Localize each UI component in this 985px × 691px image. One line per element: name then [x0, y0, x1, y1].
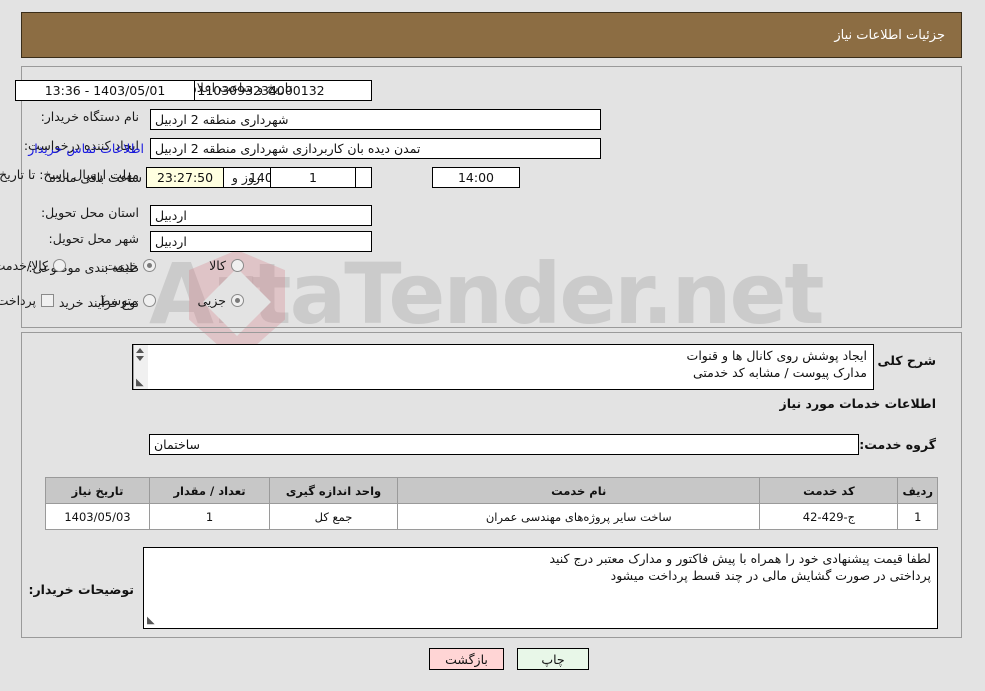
province-label-row: استان محل تحویل: [42, 205, 140, 220]
buyer-notes-line-0: لطفا قیمت پیشنهادی خود را همراه با پیش ف… [550, 551, 932, 566]
cell-service-name: ساخت سایر پروژه‌های مهندسی عمران [397, 503, 762, 530]
category-option-2[interactable]: کالا/خدمت [0, 258, 67, 273]
services-table: ردیف کد خدمت نام خدمت واحد اندازه گیری ت… [46, 477, 939, 530]
resize-grip-icon[interactable]: ◣ [137, 378, 145, 388]
buyer-org-value: شهرداری منطقه 2 اردبیل [156, 112, 290, 127]
buyer-notes-resize-grip-icon[interactable]: ◣ [148, 616, 156, 626]
buyer-org-label-row: نام دستگاه خریدار: [42, 109, 140, 124]
cell-need-date: 1403/05/03 [46, 503, 151, 530]
remaining-suffix-label: ساعت باقی مانده [50, 170, 143, 185]
table-row: 1 ج-429-42 ساخت سایر پروژه‌های مهندسی عم… [46, 503, 939, 530]
cell-quantity: 1 [150, 503, 271, 530]
process-option-1-label: متوسط [99, 293, 139, 308]
scroll-up-icon[interactable] [137, 348, 145, 353]
treasury-checkbox-row[interactable]: پرداخت تمام یا بخشی از مبلغ خرید،از محل … [0, 293, 55, 308]
buyer-org-field[interactable]: شهرداری منطقه 2 اردبیل [151, 109, 602, 130]
back-button[interactable]: بازگشت [430, 648, 505, 670]
table-header-row: ردیف کد خدمت نام خدمت واحد اندازه گیری ت… [46, 477, 939, 504]
process-option-1[interactable]: متوسط [95, 293, 157, 308]
col-quantity: تعداد / مقدار [150, 477, 271, 504]
description-textarea[interactable]: ایجاد پوشش روی کانال ها و قنوات مدارک پی… [133, 344, 875, 390]
description-scrollbar[interactable]: ◣ [134, 345, 149, 389]
day-and-label-row: روز و [233, 167, 261, 188]
buyer-notes-line-1: پرداختی در صورت گشایش مالی در چند قسط پر… [611, 568, 932, 583]
col-need-date: تاریخ نیاز [46, 477, 151, 504]
category-option-1[interactable]: خدمت [101, 258, 157, 273]
process-radio-jozei[interactable] [232, 294, 245, 307]
requester-field[interactable]: تمدن دیده بان کاربردازی شهرداری منطقه 2 … [151, 138, 602, 159]
city-field[interactable]: اردبیل [151, 231, 373, 252]
col-unit: واحد اندازه گیری [270, 477, 399, 504]
announce-datetime-value: 1403/05/01 - 13:36 [45, 83, 167, 98]
services-heading: اطلاعات خدمات مورد نیاز [780, 396, 938, 411]
need-info-panel [22, 66, 963, 328]
deadline-time-value: 14:00 [458, 170, 496, 185]
process-radio-motevaset[interactable] [144, 294, 157, 307]
announce-datetime-field[interactable]: 1403/05/01 - 13:36 [16, 80, 196, 101]
page-title: جزئیات اطلاعات نیاز [835, 27, 946, 43]
province-field[interactable]: اردبیل [151, 205, 373, 226]
category-radio-kala-khedmat[interactable] [54, 259, 67, 272]
deadline-time-field[interactable]: 14:00 [433, 167, 521, 188]
service-group-label: گروه خدمت: [860, 437, 937, 452]
city-label-row: شهر محل تحویل: [50, 231, 140, 246]
process-option-0-label: جزیی [198, 293, 227, 308]
print-button[interactable]: چاپ [518, 648, 590, 670]
buyer-contact-link[interactable]: اطلاعات تماس خریدار [29, 141, 145, 156]
service-group-value: ساختمان [155, 437, 201, 452]
category-option-2-label: کالا/خدمت [0, 258, 49, 273]
remaining-time-field: 23:27:50 [147, 167, 225, 188]
category-option-0[interactable]: کالا [205, 258, 245, 273]
description-line-1: مدارک پیوست / مشابه کد خدمتی [693, 365, 868, 380]
category-radio-kala[interactable] [232, 259, 245, 272]
col-service-name: نام خدمت [397, 477, 762, 504]
city-label: شهر محل تحویل: [49, 231, 140, 246]
description-line-0: ایجاد پوشش روی کانال ها و قنوات [687, 348, 868, 363]
category-option-0-label: کالا [210, 258, 227, 273]
category-option-1-label: خدمت [105, 258, 139, 273]
description-text: ایجاد پوشش روی کانال ها و قنوات مدارک پی… [149, 345, 874, 389]
remaining-days-field[interactable]: 1 [271, 167, 357, 188]
city-value: اردبیل [156, 234, 188, 249]
treasury-checkbox[interactable] [42, 294, 55, 307]
remaining-suffix-label-row: ساعت باقی مانده [50, 167, 143, 188]
scroll-down-icon[interactable] [137, 356, 145, 361]
service-group-field[interactable]: ساختمان [150, 434, 860, 455]
buyer-notes-label: توضیحات خریدار: [29, 582, 135, 597]
buyer-notes-text: لطفا قیمت پیشنهادی خود را همراه با پیش ف… [145, 548, 938, 628]
category-radio-khedmat[interactable] [144, 259, 157, 272]
page-title-bar: جزئیات اطلاعات نیاز [22, 12, 963, 58]
col-service-code: کد خدمت [760, 477, 900, 504]
remaining-time-value: 23:27:50 [157, 170, 215, 185]
buyer-notes-textarea[interactable]: لطفا قیمت پیشنهادی خود را همراه با پیش ف… [144, 547, 939, 629]
treasury-checkbox-label: پرداخت تمام یا بخشی از مبلغ خرید،از محل … [0, 293, 37, 308]
cell-index: 1 [898, 503, 939, 530]
cell-service-code: ج-429-42 [760, 503, 900, 530]
day-and-label: روز و [232, 170, 261, 185]
process-option-0[interactable]: جزیی [193, 293, 245, 308]
province-value: اردبیل [156, 208, 188, 223]
col-index: ردیف [898, 477, 939, 504]
remaining-days-value: 1 [310, 170, 318, 185]
cell-unit: جمع کل [270, 503, 399, 530]
buyer-org-label: نام دستگاه خریدار: [41, 109, 140, 124]
requester-value: تمدن دیده بان کاربردازی شهرداری منطقه 2 … [156, 141, 422, 156]
province-label: استان محل تحویل: [41, 205, 140, 220]
